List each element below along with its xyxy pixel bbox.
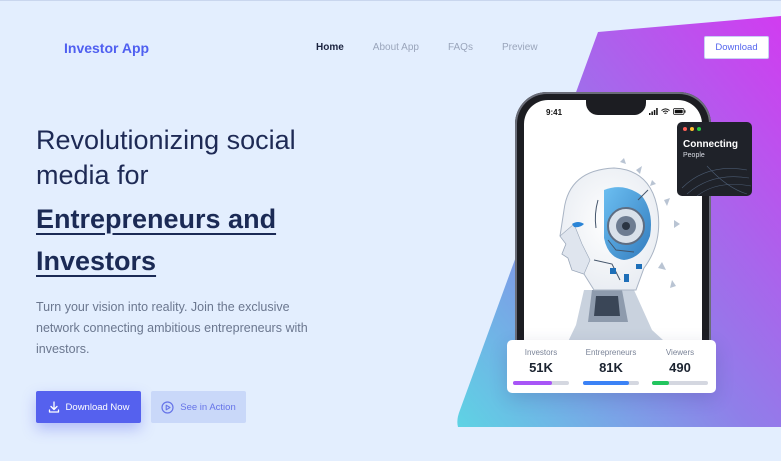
phone-time: 9:41 xyxy=(546,108,563,117)
dot-yellow xyxy=(690,127,694,131)
stat-entrepreneurs: Entrepreneurs 81K xyxy=(581,348,641,375)
hero-accent-line-1: Entrepreneurs and xyxy=(36,204,277,234)
stat-progress-fill xyxy=(652,381,669,385)
card-title: Connecting xyxy=(683,139,738,150)
stat-progress-fill xyxy=(583,381,629,385)
download-now-button[interactable]: Download Now xyxy=(36,391,141,423)
stat-value: 51K xyxy=(529,360,553,375)
hero-title-line-2: media for xyxy=(36,160,149,190)
stat-investors: Investors 51K xyxy=(511,348,571,375)
hero-title-line-1: Revolutionizing social xyxy=(36,125,296,155)
robot-head-illustration xyxy=(524,140,702,360)
hero-accent-line-2: Investors xyxy=(36,246,157,276)
hero-description: Turn your vision into reality. Join the … xyxy=(36,300,308,356)
dot-green xyxy=(697,127,701,131)
download-icon xyxy=(48,401,59,413)
stat-progress-fill xyxy=(513,381,553,385)
nav-preview[interactable]: Preview xyxy=(502,42,538,53)
brand-logo[interactable]: Investor App xyxy=(64,40,149,56)
see-in-action-button[interactable]: See in Action xyxy=(151,391,246,423)
stat-label: Viewers xyxy=(665,348,695,357)
stat-progress-track xyxy=(652,381,708,385)
dot-red xyxy=(683,127,687,131)
stat-value: 490 xyxy=(669,360,691,375)
hero-section: Revolutionizing social media for Entrepr… xyxy=(36,123,356,360)
stat-progress-track xyxy=(583,381,639,385)
hero-title: Revolutionizing social media for Entrepr… xyxy=(36,123,356,282)
see-in-action-label: See in Action xyxy=(180,401,236,413)
play-circle-icon xyxy=(161,400,174,414)
phone-screen: 9:41 xyxy=(524,100,702,360)
stat-label: Investors xyxy=(524,348,558,357)
stat-label: Entrepreneurs xyxy=(585,348,637,357)
signal-icon xyxy=(649,108,658,115)
nav-home[interactable]: Home xyxy=(316,42,344,53)
wifi-icon xyxy=(661,108,670,114)
download-now-label: Download Now xyxy=(65,401,130,413)
header-download-button[interactable]: Download xyxy=(704,36,769,59)
nav-faqs[interactable]: FAQs xyxy=(448,42,473,53)
battery-icon xyxy=(673,108,686,115)
nav-about-app[interactable]: About App xyxy=(373,42,419,53)
phone-status-icons xyxy=(649,108,686,115)
stats-panel: Investors 51K Entrepreneurs 81K Viewers … xyxy=(507,340,716,393)
phone-notch xyxy=(586,100,646,115)
stat-progress-track xyxy=(513,381,569,385)
stat-viewers: Viewers 490 xyxy=(650,348,710,375)
window-dots xyxy=(683,127,701,131)
connecting-people-card: Connecting People xyxy=(677,122,752,196)
main-nav: Home About App FAQs Preview xyxy=(316,42,567,53)
stat-value: 81K xyxy=(599,360,623,375)
network-lines-graphic xyxy=(681,165,752,196)
